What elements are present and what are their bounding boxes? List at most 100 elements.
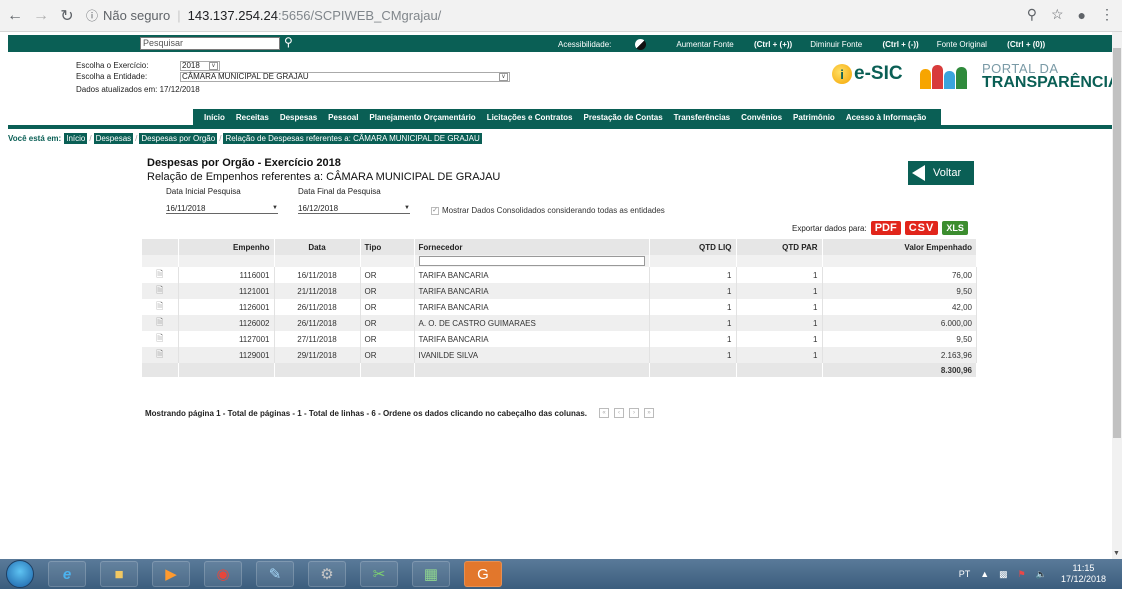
menu-item-7[interactable]: Transferências — [674, 113, 730, 122]
menu-item-5[interactable]: Licitações e Contratos — [487, 113, 573, 122]
breadcrumb-item-inicio[interactable]: Início — [64, 133, 88, 144]
document-icon[interactable]: 🗎 — [156, 301, 163, 311]
document-icon[interactable]: 🗎 — [156, 317, 163, 327]
media-player-icon[interactable]: ▶ — [152, 561, 190, 587]
document-icon[interactable]: 🗎 — [156, 333, 163, 343]
scroll-down-icon[interactable]: ▼ — [1113, 550, 1120, 557]
consolidated-option[interactable]: ✓ Mostrar Dados Consolidados considerand… — [431, 206, 665, 215]
column-header-valor[interactable]: Valor Empenhado — [822, 239, 977, 255]
back-arrow-icon[interactable]: ← — [4, 5, 26, 27]
entidade-select[interactable]: CÂMARA MUNICIPAL DE GRAJAU ∨ — [180, 71, 510, 82]
start-button[interactable] — [6, 560, 34, 588]
tools-icon[interactable]: ⚙ — [308, 561, 346, 587]
volume-icon[interactable]: 🔈 — [1036, 569, 1047, 580]
star-icon[interactable]: ☆ — [1051, 6, 1064, 23]
first-page-icon[interactable]: « — [599, 408, 610, 418]
exercicio-select[interactable]: 2018 ∨ — [180, 60, 220, 71]
expenses-table: Empenho Data Tipo Fornecedor QTD LIQ QTD… — [142, 239, 977, 377]
last-page-icon[interactable]: » — [644, 408, 655, 418]
table-row[interactable]: 🗎 1126002 26/11/2018 OR A. O. DE CASTRO GUIM… — [142, 315, 977, 331]
system-tray: PT ▲ ▩ ⚑ 🔈 11:15 17/12/2018 — [949, 559, 1106, 589]
menu-item-4[interactable]: Planejamento Orçamentário — [369, 113, 475, 122]
column-header-fornecedor[interactable]: Fornecedor — [414, 239, 650, 255]
security-label: Não seguro — [103, 8, 171, 23]
search-icon[interactable]: ⚲ — [284, 35, 293, 49]
reload-icon[interactable]: ↻ — [56, 5, 78, 27]
table-cell: 1 — [736, 267, 823, 283]
column-header-tipo[interactable]: Tipo — [360, 239, 415, 255]
esic-logo[interactable]: i e-SIC — [832, 63, 903, 85]
profile-icon[interactable]: ● — [1078, 7, 1086, 23]
paint-icon[interactable]: ✎ — [256, 561, 294, 587]
fornecedor-filter-input[interactable] — [418, 256, 645, 266]
menu-dots-icon[interactable]: ⋮ — [1100, 6, 1114, 23]
export-pdf-button[interactable]: PDF — [870, 221, 901, 235]
menu-item-0[interactable]: Início — [204, 113, 225, 122]
clock-time: 11:15 — [1072, 563, 1095, 573]
ie-icon[interactable]: e — [48, 561, 86, 587]
decrease-font-link[interactable]: Diminuir Fonte (Ctrl + (-)) — [810, 40, 918, 49]
zoom-icon[interactable]: ⚲ — [1027, 6, 1037, 23]
menu-item-8[interactable]: Convênios — [741, 113, 782, 122]
breadcrumb-item-despesas-orgao[interactable]: Despesas por Orgão — [139, 133, 218, 144]
table-cell: TARIFA BANCARIA — [414, 299, 650, 315]
menu-item-9[interactable]: Patrimônio — [793, 113, 835, 122]
date-start-field[interactable]: 16/11/2018 ▼ — [166, 203, 278, 214]
breadcrumb-item-current[interactable]: Relação de Despesas referentes a: CÂMARA… — [223, 133, 482, 144]
date-end-field[interactable]: 16/12/2018 ▼ — [298, 203, 410, 214]
spreadsheet-icon[interactable]: ▦ — [412, 561, 450, 587]
table-cell: 6.000,00 — [822, 315, 977, 331]
table-row[interactable]: 🗎 1121001 21/11/2018 OR TARIFA BANCARIA 1 1 9,5… — [142, 283, 977, 299]
exercicio-label: Escolha o Exercício: — [76, 61, 149, 70]
network-icon[interactable]: ▩ — [999, 569, 1008, 580]
tray-arrow-icon[interactable]: ▲ — [980, 569, 989, 579]
flag-icon[interactable]: ⚑ — [1018, 569, 1026, 580]
menu-item-3[interactable]: Pessoal — [328, 113, 358, 122]
export-bar: Exportar dados para: PDF CSV XLS — [792, 221, 968, 235]
consolidated-checkbox[interactable]: ✓ — [431, 206, 439, 215]
table-row[interactable]: 🗎 1116001 16/11/2018 OR TARIFA BANCARIA 1 1 76,… — [142, 267, 977, 283]
chrome-icon[interactable]: ◉ — [204, 561, 242, 587]
document-icon[interactable]: 🗎 — [156, 269, 163, 279]
back-button[interactable]: Voltar — [908, 161, 974, 185]
table-cell: 1 — [736, 331, 823, 347]
address-bar[interactable]: ⓘ Não seguro | 143.137.254.24:5656/SCPIW… — [86, 7, 441, 24]
menu-item-10[interactable]: Acesso à Informação — [846, 113, 926, 122]
pdf-reader-icon[interactable]: G — [464, 561, 502, 587]
folder-icon[interactable]: ■ — [100, 561, 138, 587]
document-icon[interactable]: 🗎 — [156, 285, 163, 295]
table-cell: 1129001 — [178, 347, 275, 363]
breadcrumb-item-despesas[interactable]: Despesas — [93, 133, 134, 144]
forward-arrow-icon[interactable]: → — [30, 5, 52, 27]
snipping-icon[interactable]: ✂ — [360, 561, 398, 587]
menu-item-1[interactable]: Receitas — [236, 113, 269, 122]
page-title: Despesas por Orgão - Exercício 2018 — [147, 157, 341, 169]
table-row[interactable]: 🗎 1127001 27/11/2018 OR TARIFA BANCARIA 1 1 9,5… — [142, 331, 977, 347]
export-csv-button[interactable]: CSV — [904, 221, 939, 235]
column-header-qtd-liq[interactable]: QTD LIQ — [649, 239, 737, 255]
info-icon[interactable]: ⓘ — [86, 7, 98, 24]
export-xls-button[interactable]: XLS — [942, 221, 968, 235]
portal-transparencia-logo[interactable]: PORTAL DA TRANSPARÊNCIA — [918, 62, 1112, 91]
search-input[interactable]: Pesquisar — [140, 37, 280, 50]
table-row[interactable]: 🗎 1129001 29/11/2018 OR IVANILDE SILVA 1 1 2.16… — [142, 347, 977, 363]
language-indicator[interactable]: PT — [959, 569, 971, 579]
contrast-icon[interactable] — [635, 39, 647, 50]
menu-item-2[interactable]: Despesas — [280, 113, 317, 122]
breadcrumb: Você está em: Início / Despesas / Despes… — [8, 133, 482, 144]
increase-font-link[interactable]: Aumentar Fonte (Ctrl + (+)) — [676, 40, 792, 49]
scrollbar-thumb[interactable] — [1113, 48, 1121, 438]
column-header-empenho[interactable]: Empenho — [178, 239, 275, 255]
next-page-icon[interactable]: › — [629, 408, 640, 418]
table-cell: 1126002 — [178, 315, 275, 331]
vertical-scrollbar[interactable]: ▼ — [1112, 32, 1122, 559]
column-header-data[interactable]: Data — [274, 239, 361, 255]
column-header-qtd-par[interactable]: QTD PAR — [736, 239, 823, 255]
clock[interactable]: 11:15 17/12/2018 — [1061, 563, 1106, 585]
prev-page-icon[interactable]: ‹ — [614, 408, 625, 418]
menu-item-6[interactable]: Prestação de Contas — [584, 113, 663, 122]
table-row[interactable]: 🗎 1126001 26/11/2018 OR TARIFA BANCARIA 1 1 42,… — [142, 299, 977, 315]
document-icon[interactable]: 🗎 — [156, 349, 163, 359]
table-cell: OR — [360, 347, 415, 363]
original-font-link[interactable]: Fonte Original (Ctrl + (0)) — [937, 40, 1045, 49]
